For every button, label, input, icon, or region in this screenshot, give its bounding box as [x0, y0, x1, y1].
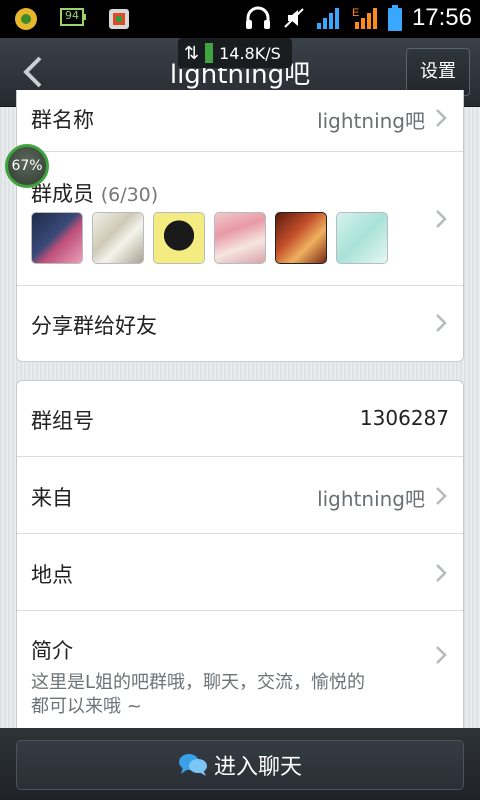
group-name-row[interactable]: 群名称 lightning吧 — [17, 90, 463, 152]
chat-bubbles-icon — [178, 754, 207, 776]
group-id-row: 群组号 1306287 — [17, 381, 463, 457]
group-name-value: lightning吧 — [317, 109, 425, 133]
from-row[interactable]: 来自 lightning吧 — [17, 457, 463, 534]
location-label: 地点 — [31, 563, 73, 587]
group-info-card: 群组号 1306287 来自 lightning吧 地点 简介 这里是L姐的吧群… — [16, 380, 464, 740]
chevron-right-icon — [436, 564, 447, 582]
intro-label: 简介 — [31, 639, 73, 663]
speed-indicator-bar — [205, 43, 214, 63]
member-avatars — [31, 212, 388, 264]
group-name-label: 群名称 — [31, 108, 94, 132]
battery-icon — [387, 5, 402, 31]
clock: 17:56 — [411, 4, 472, 31]
member-avatar[interactable] — [336, 212, 388, 264]
battery-saver-value: 94 — [65, 9, 79, 22]
group-members-row[interactable]: 群成员 (6/30) — [17, 152, 463, 286]
network-speed-text: 14.8K/S — [219, 43, 281, 63]
mute-icon — [284, 8, 304, 28]
headphones-icon — [245, 6, 270, 29]
members-count: (6/30) — [100, 184, 159, 206]
group-card: 群名称 lightning吧 群成员 (6/30) 分享群给好友 — [16, 90, 464, 362]
member-avatar[interactable] — [214, 212, 266, 264]
chevron-right-icon — [436, 487, 447, 505]
chevron-right-icon — [436, 646, 447, 664]
chevron-right-icon — [436, 314, 447, 332]
app-notification-icon — [15, 8, 37, 30]
enter-chat-button[interactable]: 进入聊天 — [16, 740, 464, 790]
status-bar: 94 E 17:56 — [0, 0, 480, 38]
from-label: 来自 — [31, 486, 73, 510]
transfer-arrows-icon: ⇅ — [184, 42, 200, 64]
members-label-text: 群成员 — [31, 182, 94, 206]
intro-text-line2: 都可以来哦 ~ — [31, 696, 142, 717]
group-id-value: 1306287 — [359, 406, 449, 430]
group-id-label: 群组号 — [31, 409, 94, 433]
location-row[interactable]: 地点 — [17, 534, 463, 611]
edge-signal-icon: E — [352, 7, 377, 29]
game-app-icon — [109, 9, 129, 29]
network-speed-overlay: ⇅ 14.8K/S — [178, 38, 292, 68]
bottom-bar: 进入聊天 — [0, 728, 480, 800]
member-avatar[interactable] — [92, 212, 144, 264]
chevron-right-icon — [436, 210, 447, 228]
svg-text:E: E — [352, 7, 359, 19]
battery-saver-icon: 94 — [60, 8, 86, 30]
floating-percent-badge[interactable]: 67% — [5, 144, 49, 188]
signal-icon — [316, 8, 339, 29]
intro-text-line1: 这里是L姐的吧群哦，聊天，交流，愉悦的 — [31, 672, 366, 693]
intro-text: 这里是L姐的吧群哦，聊天，交流，愉悦的 都可以来哦 ~ — [31, 671, 431, 719]
group-members-label: 群成员 (6/30) — [31, 178, 158, 208]
member-avatar[interactable] — [275, 212, 327, 264]
chevron-right-icon — [436, 109, 447, 127]
share-group-label: 分享群给好友 — [31, 314, 157, 338]
share-group-row[interactable]: 分享群给好友 — [17, 286, 463, 360]
member-avatar[interactable] — [31, 212, 83, 264]
intro-row[interactable]: 简介 这里是L姐的吧群哦，聊天，交流，愉悦的 都可以来哦 ~ — [17, 611, 463, 741]
from-value: lightning吧 — [317, 487, 425, 511]
member-avatar[interactable] — [153, 212, 205, 264]
enter-chat-label: 进入聊天 — [213, 755, 302, 780]
settings-button[interactable]: 设置 — [406, 48, 470, 96]
